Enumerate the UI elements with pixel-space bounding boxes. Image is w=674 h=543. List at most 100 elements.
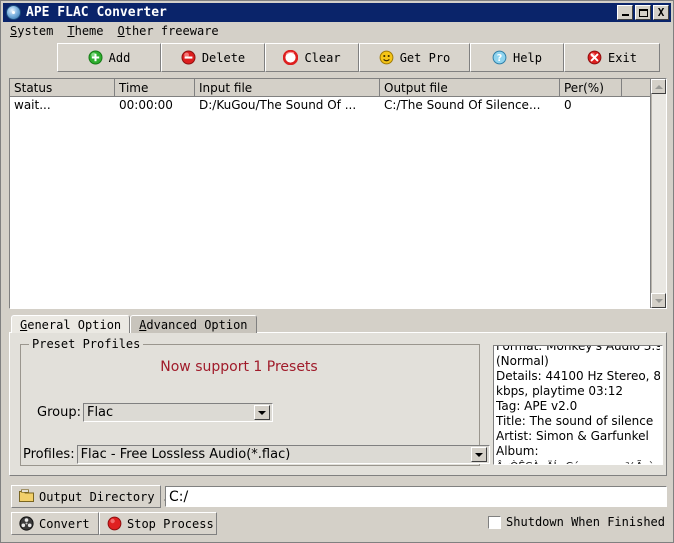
scroll-up-button[interactable]: [651, 79, 666, 94]
preset-profiles-title: Preset Profiles: [29, 337, 144, 351]
chevron-down-icon[interactable]: [470, 447, 487, 462]
menu-accel: O: [117, 24, 125, 38]
tab-label: eneral Option: [27, 317, 122, 332]
cell-extra: [622, 97, 652, 113]
get-pro-button-label: Get Pro: [399, 50, 451, 65]
output-directory-button[interactable]: Output Directory ...: [11, 485, 184, 508]
menu-label: heme: [74, 24, 104, 38]
red-x-icon: [587, 50, 602, 65]
tab-accel: A: [139, 317, 147, 332]
media-info-box[interactable]: Format: Monkey's Audio 3.97 (Normal) Det…: [493, 345, 663, 465]
info-line: Title: The sound of silence: [496, 414, 654, 428]
profiles-select-value: Flac - Free Lossless Audio(*.flac): [80, 447, 291, 462]
profiles-field-row: Profiles: Flac - Free Lossless Audio(*.f…: [23, 445, 490, 464]
tab-accel: G: [20, 317, 28, 332]
tab-advanced-option[interactable]: Advanced Option: [130, 315, 257, 333]
close-icon: X: [657, 6, 665, 19]
blue-question-icon: ?: [492, 50, 507, 65]
menu-label: ther freeware: [124, 24, 219, 38]
toolbar: Add Delete Clear Get Pro ? Help Exit: [3, 43, 671, 75]
profiles-label: Profiles:: [23, 447, 75, 462]
options-tabs: General Option Advanced Option: [11, 315, 257, 333]
column-header-extra[interactable]: [622, 79, 652, 96]
info-line: Â¤ÒÊÇÀµÄÍ¬Çé………… ¾Ã¸è: [496, 459, 660, 464]
column-header-time[interactable]: Time: [115, 79, 195, 96]
info-line: Album:: [496, 444, 539, 458]
column-header-status[interactable]: Status: [10, 79, 115, 96]
minimize-button[interactable]: [617, 5, 633, 20]
close-button[interactable]: X: [653, 5, 669, 20]
maximize-button[interactable]: [635, 5, 651, 20]
general-option-panel: Preset Profiles Now support 1 Presets Gr…: [9, 332, 667, 476]
menu-label: ystem: [17, 24, 54, 38]
window-title: APE FLAC Converter: [26, 5, 167, 20]
stop-process-button[interactable]: Stop Process: [99, 512, 217, 535]
exit-button-label: Exit: [608, 50, 637, 65]
chevron-down-icon[interactable]: [253, 405, 270, 420]
chevron-down-icon: [654, 298, 663, 303]
file-list-scrollbar[interactable]: [650, 79, 666, 308]
preset-profiles-group: Preset Profiles Now support 1 Presets Gr…: [20, 337, 490, 466]
table-row[interactable]: wait... 00:00:00 D:/KuGou/The Sound Of .…: [10, 97, 666, 113]
add-button[interactable]: Add: [57, 43, 161, 72]
cell-output-file: C:/The Sound Of Silence...: [384, 98, 541, 112]
exit-button[interactable]: Exit: [564, 43, 660, 72]
menu-item-theme[interactable]: Theme: [67, 24, 103, 38]
green-plus-icon: [88, 50, 103, 65]
cell-status: wait...: [14, 98, 51, 112]
cell-percent: 0: [564, 98, 572, 112]
title-bar: APE FLAC Converter X: [3, 3, 671, 22]
info-line: Artist: Simon & Garfunkel: [496, 429, 649, 443]
cell-input-file: D:/KuGou/The Sound Of ...: [199, 98, 357, 112]
group-select[interactable]: Flac: [82, 403, 273, 422]
chevron-up-icon: [654, 84, 663, 89]
shutdown-when-finished-row[interactable]: Shutdown When Finished: [488, 515, 665, 529]
column-header-percent[interactable]: Per(%): [560, 79, 622, 96]
red-ring-icon: [283, 50, 299, 65]
profiles-select[interactable]: Flac - Free Lossless Audio(*.flac): [76, 445, 490, 464]
delete-button-label: Delete: [201, 50, 246, 65]
tab-label: dvanced Option: [146, 317, 248, 332]
column-header-input-file[interactable]: Input file: [195, 79, 380, 96]
group-select-value: Flac: [86, 405, 114, 420]
file-list-panel: Status Time Input file Output file Per(%…: [9, 78, 667, 309]
convert-button[interactable]: Convert: [11, 512, 99, 535]
group-label: Group:: [37, 405, 81, 420]
info-line: Format: Monkey's Audio 3.97: [496, 345, 660, 353]
menu-item-system[interactable]: System: [10, 24, 53, 38]
red-stop-icon: [107, 516, 122, 531]
shutdown-checkbox[interactable]: [488, 515, 502, 529]
get-pro-button[interactable]: Get Pro: [359, 43, 470, 72]
cell-time: 00:00:00: [119, 98, 173, 112]
info-line: Details: 44100 Hz Stereo, 828: [496, 369, 660, 383]
menu-item-other-freeware[interactable]: Other freeware: [118, 24, 219, 38]
clear-button[interactable]: Clear: [265, 43, 359, 72]
info-line: (Normal): [496, 354, 549, 368]
menu-accel: T: [67, 24, 75, 38]
delete-button[interactable]: Delete: [161, 43, 265, 72]
column-header-output-file[interactable]: Output file: [380, 79, 560, 96]
help-button[interactable]: ? Help: [470, 43, 564, 72]
output-path-value: C:/: [169, 488, 189, 505]
cd-disc-icon: [6, 5, 21, 20]
svg-text:?: ?: [497, 53, 503, 64]
yellow-smiley-icon: [379, 50, 394, 65]
output-path-input[interactable]: C:/: [165, 486, 667, 507]
red-minus-icon: [181, 50, 196, 65]
info-line: Tag: APE v2.0: [496, 399, 578, 413]
shutdown-checkbox-label: Shutdown When Finished: [506, 515, 665, 529]
tab-general-option[interactable]: General Option: [11, 315, 131, 333]
stop-process-button-label: Stop Process: [127, 516, 214, 531]
info-line: kbps, playtime 03:12: [496, 384, 623, 398]
app-window: APE FLAC Converter X System Theme Other …: [0, 0, 674, 543]
scroll-down-button[interactable]: [651, 293, 666, 308]
help-button-label: Help: [513, 50, 542, 65]
action-buttons-row: Convert Stop Process: [11, 512, 217, 535]
menu-bar: System Theme Other freeware: [3, 22, 671, 40]
output-directory-row: Output Directory ...: [11, 485, 184, 508]
film-reel-icon: [19, 516, 34, 531]
file-list-header: Status Time Input file Output file Per(%…: [10, 79, 666, 97]
add-button-label: Add: [108, 50, 131, 65]
scrollbar-track[interactable]: [651, 94, 666, 293]
convert-button-label: Convert: [39, 516, 90, 531]
